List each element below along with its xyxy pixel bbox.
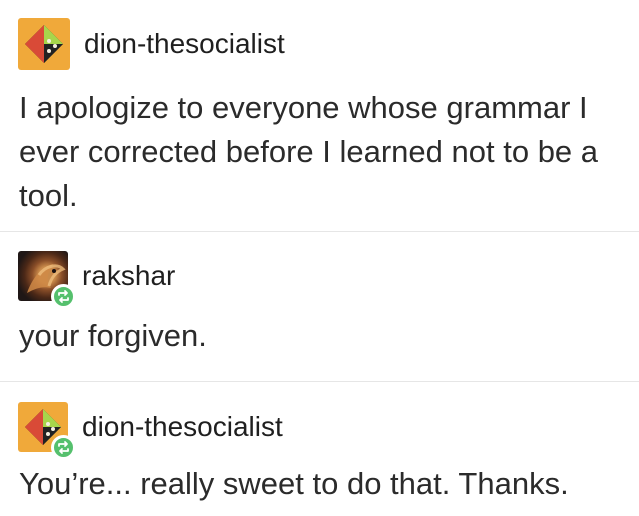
- post-header[interactable]: dion-thesocialist: [18, 402, 283, 460]
- post-text: your forgiven.: [19, 318, 207, 353]
- dragon-photo-avatar-icon[interactable]: [18, 251, 76, 309]
- reblog-icon: [51, 284, 76, 309]
- post-reply-dion: dion-thesocialist You’re... really sweet…: [0, 382, 639, 516]
- post-header[interactable]: dion-thesocialist: [18, 18, 285, 70]
- post-original: dion-thesocialist I apologize to everyon…: [0, 0, 639, 232]
- username[interactable]: dion-thesocialist: [84, 30, 285, 58]
- username[interactable]: rakshar: [82, 262, 175, 290]
- tumblr-thread: dion-thesocialist I apologize to everyon…: [0, 0, 639, 516]
- post-reply-rakshar: rakshar your forgiven.: [0, 232, 639, 382]
- post-text: I apologize to everyone whose grammar I …: [19, 90, 599, 213]
- orange-diamond-avatar-icon[interactable]: [18, 402, 76, 460]
- post-text: You’re... really sweet to do that. Thank…: [19, 466, 569, 501]
- username[interactable]: dion-thesocialist: [82, 413, 283, 441]
- post-header[interactable]: rakshar: [18, 251, 175, 309]
- reblog-icon: [51, 435, 76, 460]
- orange-diamond-avatar-icon[interactable]: [18, 18, 70, 70]
